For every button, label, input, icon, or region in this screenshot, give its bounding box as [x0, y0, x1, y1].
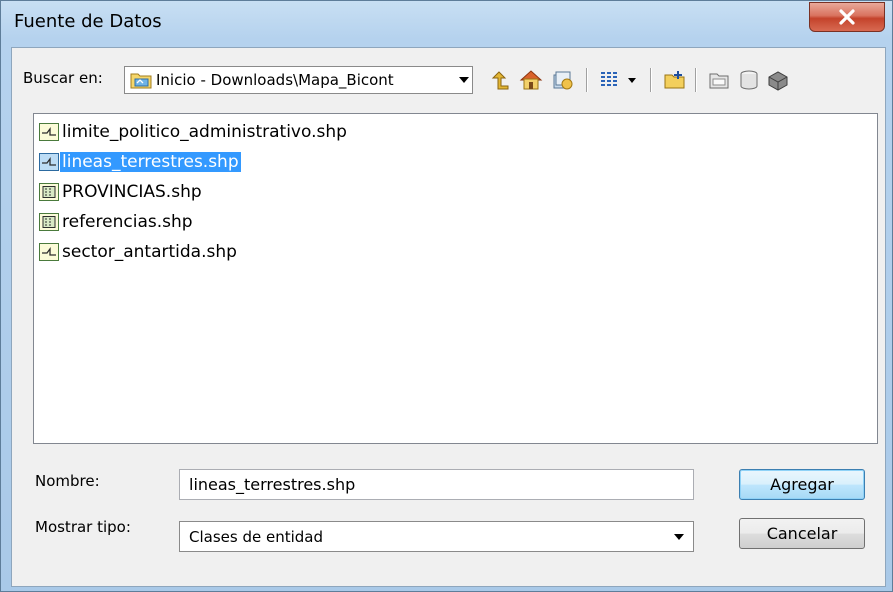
polygon-feature-icon [39, 183, 59, 201]
file-name: limite_politico_administrativo.shp [62, 122, 347, 142]
close-button[interactable] [809, 2, 885, 32]
dialog-window: Fuente de Datos Buscar en: Inicio - Down… [0, 0, 893, 592]
file-item[interactable]: referencias.shp [39, 210, 193, 234]
folder-icon [130, 73, 152, 89]
file-list[interactable]: limite_politico_administrativo.shp linea… [33, 113, 878, 444]
catalog-view-icon [740, 70, 758, 90]
type-label: Mostrar tipo: [35, 518, 131, 536]
line-feature-icon [39, 153, 59, 171]
add-button[interactable]: Agregar [739, 469, 865, 500]
new-folder-icon [664, 71, 685, 89]
file-item-selected[interactable]: lineas_terrestres.shp [39, 150, 241, 174]
chevron-down-icon [671, 533, 687, 540]
lookin-path: Inicio - Downloads\Mapa_Bicont [156, 71, 394, 89]
line-feature-icon [39, 123, 59, 141]
type-select-value: Clases de entidad [189, 527, 323, 546]
line-feature-icon [39, 243, 59, 261]
file-name: lineas_terrestres.shp [60, 152, 241, 172]
home-button[interactable] [517, 66, 545, 94]
close-icon [839, 9, 855, 25]
lookin-combo[interactable]: Inicio - Downloads\Mapa_Bicont [124, 66, 473, 94]
polygon-feature-icon [39, 213, 59, 231]
connect-folder-icon [709, 73, 729, 89]
connect-folder-button[interactable] [705, 66, 733, 94]
toolbar-separator [650, 68, 652, 92]
view-menu-icon [601, 72, 636, 86]
name-input[interactable]: lineas_terrestres.shp [179, 469, 694, 500]
view-menu-button[interactable] [597, 66, 641, 94]
file-item[interactable]: sector_antartida.shp [39, 240, 237, 264]
catalog-view-button[interactable] [735, 66, 763, 94]
home-icon [519, 70, 543, 90]
file-item[interactable]: limite_politico_administrativo.shp [39, 120, 347, 144]
catalog-icon [553, 71, 573, 90]
toolbar-separator [586, 68, 588, 92]
toolbox-icon [768, 71, 788, 91]
toolbox-button[interactable] [764, 66, 792, 94]
up-folder-button[interactable] [486, 66, 514, 94]
dialog-body: Buscar en: Inicio - Downloads\Mapa_Bicon… [11, 47, 886, 587]
toolbar-separator [695, 68, 697, 92]
lookin-label: Buscar en: [23, 69, 103, 87]
up-folder-icon [491, 71, 509, 90]
file-item[interactable]: PROVINCIAS.shp [39, 180, 202, 204]
type-select[interactable]: Clases de entidad [179, 521, 694, 552]
name-label: Nombre: [35, 472, 100, 490]
file-name: referencias.shp [62, 212, 193, 232]
chevron-down-icon [456, 77, 472, 83]
window-title: Fuente de Datos [14, 11, 162, 32]
cancel-button[interactable]: Cancelar [739, 518, 865, 549]
file-name: sector_antartida.shp [62, 242, 237, 262]
file-name: PROVINCIAS.shp [62, 182, 202, 202]
catalog-button[interactable] [549, 66, 577, 94]
new-folder-button[interactable] [661, 66, 689, 94]
